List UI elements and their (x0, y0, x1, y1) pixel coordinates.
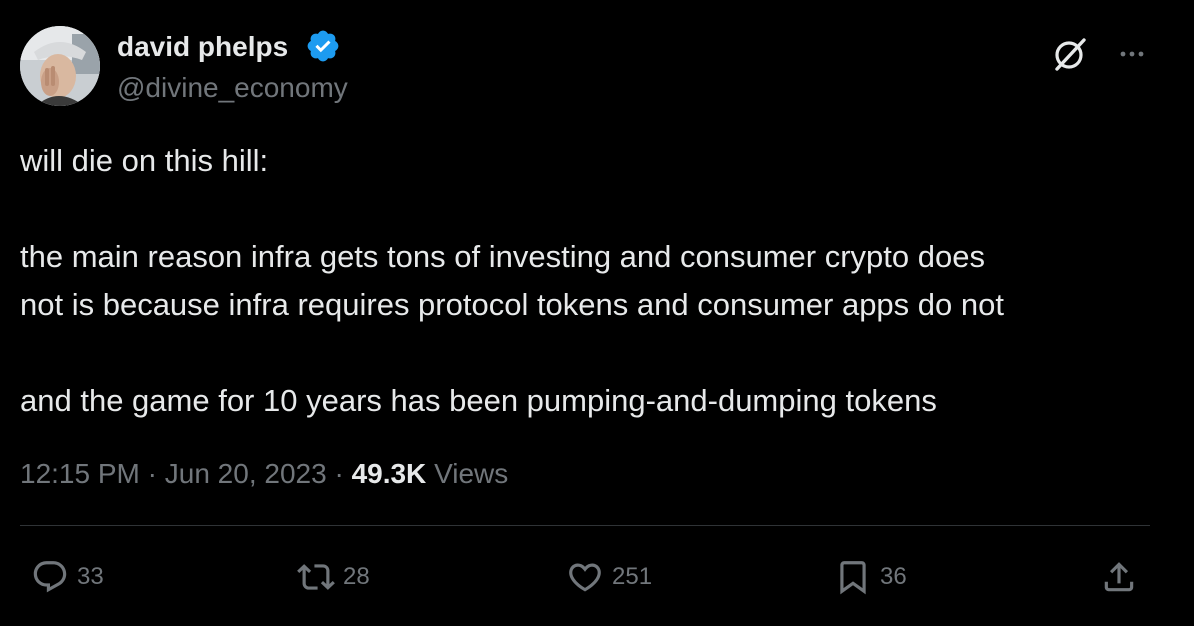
meta-separator: · (334, 458, 344, 489)
tweet-paragraph: the main reason infra gets tons of inves… (20, 239, 1004, 322)
tweet-card: david phelps @divine_economy will die on… (0, 0, 1194, 626)
like-count: 251 (612, 563, 653, 590)
author-name[interactable]: david phelps (117, 31, 288, 63)
tweet-metadata: 12:15 PM · Jun 20, 2023 · 49.3K Views (20, 456, 508, 492)
views-label: Views (434, 458, 509, 489)
reply-button[interactable]: 33 (31, 555, 104, 599)
tweet-paragraph: will die on this hill: (20, 143, 269, 178)
verified-badge-icon (307, 30, 339, 62)
share-icon (1104, 562, 1134, 592)
meta-separator: · (147, 458, 157, 489)
tweet-date[interactable]: Jun 20, 2023 (165, 458, 327, 489)
like-button[interactable]: 251 (566, 555, 652, 599)
grok-icon[interactable] (1048, 32, 1092, 76)
retweet-icon (297, 564, 335, 590)
more-icon[interactable] (1112, 36, 1152, 72)
share-button[interactable] (1100, 555, 1138, 599)
like-icon (569, 563, 601, 592)
avatar[interactable] (20, 26, 100, 106)
tweet-time[interactable]: 12:15 PM (20, 458, 140, 489)
retweet-count: 28 (343, 563, 370, 590)
bookmark-count: 36 (880, 563, 907, 590)
tweet-text: will die on this hill: the main reason i… (20, 137, 1170, 425)
reply-count: 33 (77, 563, 104, 590)
bookmark-icon (840, 561, 866, 595)
tweet-paragraph: and the game for 10 years has been pumpi… (20, 383, 937, 418)
author-handle[interactable]: @divine_economy (117, 72, 348, 104)
views-count[interactable]: 49.3K (352, 458, 427, 489)
bookmark-button[interactable]: 36 (834, 555, 907, 599)
reply-icon (33, 561, 67, 593)
avatar-image (20, 26, 100, 106)
retweet-button[interactable]: 28 (297, 555, 370, 599)
divider (20, 525, 1150, 526)
